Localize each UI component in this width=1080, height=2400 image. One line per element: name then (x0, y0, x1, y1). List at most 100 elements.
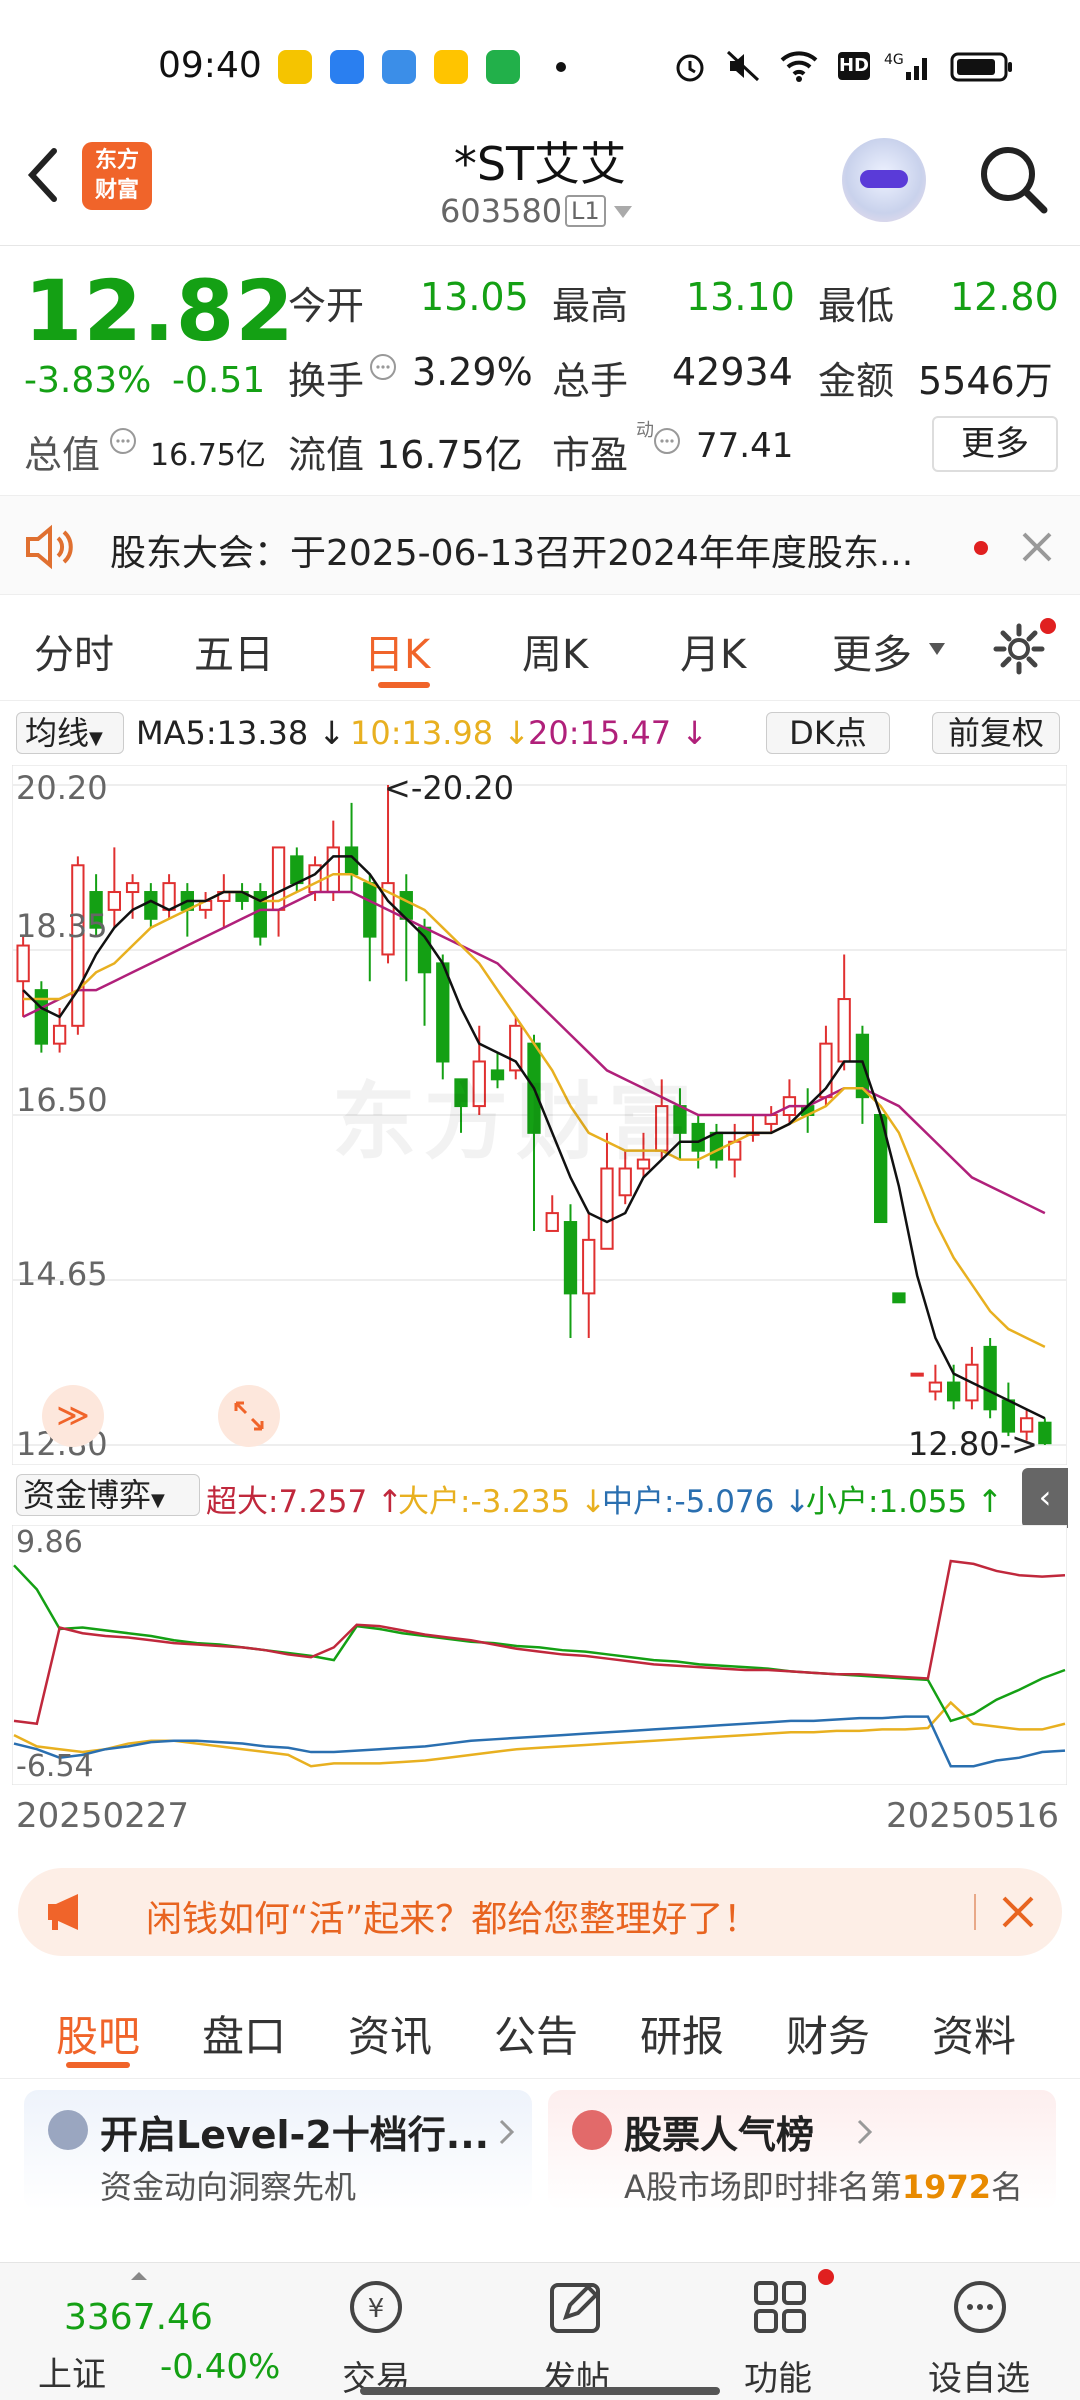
float-label: 流值 (288, 433, 365, 477)
bottom-nav: 3367.46 上证 -0.40% ¥ 交易 发帖 功能 设自选 (0, 2262, 1080, 2400)
date-end: 20250516 (886, 1796, 1060, 1836)
tab-pankou[interactable]: 盘口 (202, 2003, 286, 2064)
candle-body (71, 864, 85, 1027)
tab-wuri[interactable]: 五日 (194, 622, 274, 680)
nav-function-label[interactable]: 功能 (744, 2351, 812, 2400)
more-button[interactable]: 更多 (932, 416, 1058, 472)
tab-guba[interactable]: 股吧 (56, 2003, 140, 2064)
tabs-divider (0, 700, 1080, 701)
trade-icon[interactable]: ¥ (344, 2277, 408, 2337)
fund-svg (11, 1524, 1068, 1786)
promo-banner[interactable]: 闲钱如何“活”起来？都给您整理好了！ (18, 1868, 1062, 1956)
gear-icon[interactable] (990, 620, 1048, 678)
index-name[interactable]: 上证 (38, 2347, 106, 2396)
ma-selector[interactable]: 均线▼ (16, 712, 124, 754)
y-tick-label: 16.50 (16, 1081, 108, 1119)
level-badge[interactable]: L1 (565, 195, 606, 227)
kline-chart[interactable]: 20.20 18.35 16.50 14.65 12.80 <-20.20 12… (11, 764, 1068, 1466)
popularity-card[interactable]: 股票人气榜 A股市场即时排名第1972名 (548, 2090, 1056, 2210)
open-label: 今开 (288, 284, 365, 328)
low-label: 最低 (818, 284, 895, 328)
fund-selector[interactable]: 资金博弈▼ (16, 1474, 200, 1516)
caret-down-icon: ▼ (151, 1490, 165, 1511)
caret-down-icon: ▼ (89, 728, 103, 749)
amount-value: 5546万 (918, 359, 1053, 403)
tab-yanbao[interactable]: 研报 (640, 2003, 724, 2064)
info-tabs-divider (0, 2078, 1080, 2079)
rank-prefix: A股市场即时排名第 (624, 2168, 902, 2206)
post-icon[interactable] (544, 2277, 608, 2337)
ma5-legend: MA5:13.38 ↓ (136, 714, 346, 752)
fullscreen-button[interactable] (218, 1385, 280, 1447)
battery-icon (950, 52, 1012, 82)
tab-rik[interactable]: 日K (364, 622, 430, 680)
candle-body (436, 962, 450, 1063)
high-value: 13.10 (686, 275, 795, 319)
date-start: 20250227 (16, 1796, 190, 1836)
fund-flow-chart[interactable]: 9.86 -6.54 (11, 1524, 1068, 1786)
tab-ziliao[interactable]: 资料 (932, 2003, 1016, 2064)
nav-watchlist-label[interactable]: 设自选 (928, 2351, 1030, 2400)
level2-card[interactable]: 开启Level-2十档行... 资金动向洞察先机 (24, 2090, 532, 2210)
caret-up-icon[interactable] (130, 2271, 148, 2281)
more-dots-icon[interactable] (948, 2277, 1012, 2337)
tab-more[interactable]: 更多 (832, 622, 912, 680)
4g-signal-icon: 4G (884, 52, 927, 80)
tab-zixun[interactable]: 资讯 (348, 2003, 432, 2064)
y-tick-label: 14.65 (16, 1255, 108, 1293)
candle-body (910, 1372, 924, 1377)
info-circle-icon[interactable] (108, 426, 138, 456)
mktcap-value: 16.75亿 (150, 438, 266, 473)
close-icon[interactable] (1000, 1894, 1036, 1930)
adjust-button[interactable]: 前复权 (932, 712, 1060, 754)
candle-body (600, 1167, 614, 1250)
caret-down-icon[interactable] (928, 642, 946, 656)
megaphone-icon (48, 1894, 78, 1930)
expand-left-button[interactable]: ≫ (42, 1385, 104, 1447)
robot-avatar[interactable] (842, 138, 926, 222)
tab-yuek[interactable]: 月K (680, 622, 746, 680)
candle-body (52, 1024, 67, 1045)
info-circle-icon[interactable] (368, 352, 398, 382)
fund-y-top: 9.86 (16, 1525, 83, 1560)
chevron-right-icon (499, 2119, 515, 2145)
notice-bar[interactable]: 股东大会：于2025-06-13召开2024年年度股东... (0, 495, 1080, 595)
candle-body (545, 1212, 559, 1232)
tab-zhouk[interactable]: 周K (522, 622, 588, 680)
notification-dot-icon (556, 62, 566, 72)
volume-value: 42934 (672, 350, 793, 394)
chaoda-legend: 超大:7.257 ↑ (206, 1484, 404, 1520)
info-circle-icon[interactable] (652, 426, 682, 456)
candle-body (107, 891, 122, 911)
dk-point-button[interactable]: DK点 (766, 712, 890, 754)
tab-fenshi[interactable]: 分时 (34, 622, 114, 680)
low-marker-label: 12.80-> (908, 1425, 1038, 1463)
rank-value: 1972 (901, 2168, 991, 2206)
candle-body (326, 846, 340, 894)
wifi-icon (780, 51, 818, 82)
function-grid-icon[interactable] (748, 2277, 812, 2337)
alarm-icon (676, 54, 704, 82)
robot-eyes-icon (860, 170, 908, 188)
tab-gonggao[interactable]: 公告 (494, 2003, 578, 2064)
index-change[interactable]: -0.40% (160, 2347, 280, 2387)
status-time: 09:40 (158, 45, 262, 86)
settings-badge-dot-icon (1040, 618, 1056, 634)
volume-label: 总手 (552, 359, 629, 403)
index-value[interactable]: 3367.46 (64, 2297, 213, 2338)
tab-caiwu[interactable]: 财务 (786, 2003, 870, 2064)
close-icon[interactable] (1020, 530, 1054, 564)
search-icon[interactable] (976, 142, 1052, 218)
fullscreen-icon (234, 1401, 264, 1431)
speaker-icon (26, 524, 73, 570)
open-value: 13.05 (420, 275, 529, 319)
candle-body (709, 1131, 724, 1161)
caret-down-icon[interactable] (612, 204, 634, 220)
status-bar: 09:40 HD 4G (0, 0, 1080, 120)
mute-icon (726, 50, 760, 82)
card-title: 股票人气榜 (624, 2113, 815, 2157)
tab-active-underline (378, 682, 430, 688)
promo-text: 闲钱如何“活”起来？都给您整理好了！ (146, 1899, 760, 1940)
collapse-side-button[interactable]: ‹ (1022, 1468, 1068, 1528)
card-title: 开启Level-2十档行... (100, 2113, 490, 2157)
